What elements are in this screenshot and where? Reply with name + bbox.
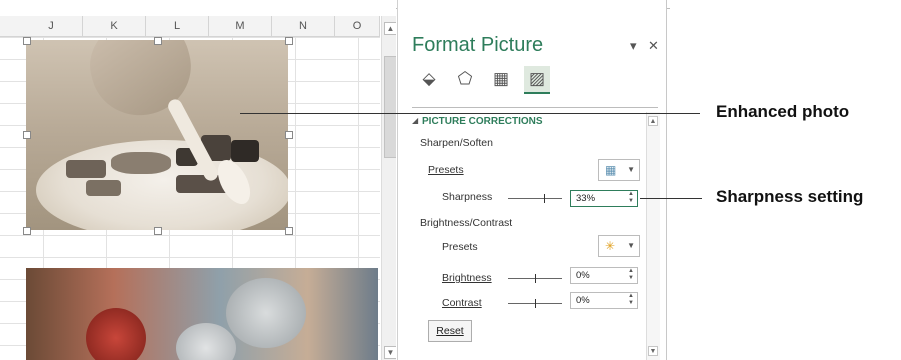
sharpen-presets-dropdown[interactable]: ▦ ▼ — [598, 159, 640, 181]
slider-thumb[interactable] — [535, 274, 536, 283]
sharpen-preset-thumbnail-icon: ▦ — [605, 163, 617, 177]
pane-options-dropdown-icon[interactable]: ▾ — [630, 38, 637, 54]
callout-sharpness-setting: Sharpness setting — [716, 187, 864, 206]
second-photo[interactable] — [26, 268, 378, 360]
reset-button[interactable]: Reset — [428, 320, 472, 342]
contrast-value: 0% — [576, 295, 590, 306]
close-icon[interactable]: ✕ — [648, 38, 659, 54]
callout-enhanced-photo: Enhanced photo — [716, 102, 850, 121]
sharpen-soften-heading: Sharpen/Soften — [420, 137, 493, 149]
sharpness-slider[interactable] — [508, 194, 562, 203]
slider-thumb[interactable] — [535, 299, 536, 308]
section-picture-corrections[interactable]: PICTURE CORRECTIONS — [422, 116, 543, 127]
column-header-m[interactable]: M — [209, 16, 272, 36]
enhanced-photo[interactable] — [26, 40, 288, 230]
callout-leader-line — [640, 198, 702, 199]
worksheet-vertical-scrollbar[interactable]: ▲ ▼ — [381, 16, 396, 360]
sharpness-value: 33% — [576, 193, 596, 204]
worksheet[interactable]: J K L M N O ▲ ▼ — [0, 0, 396, 360]
fill-line-icon[interactable]: ⬙ — [416, 66, 442, 92]
scroll-down-arrow-icon[interactable]: ▼ — [384, 346, 396, 359]
resize-handle[interactable] — [23, 131, 31, 139]
brightness-slider[interactable] — [508, 274, 562, 283]
scroll-up-arrow-icon[interactable]: ▲ — [648, 116, 658, 126]
reset-button-label: Reset — [436, 325, 464, 337]
chevron-down-icon: ▼ — [627, 241, 635, 250]
format-picture-pane: Format Picture ▾ ✕ ⬙ ⬠ ▦ ▨ ◢ PICTURE COR… — [397, 0, 667, 360]
resize-handle[interactable] — [23, 37, 31, 45]
sharpness-spinbox[interactable]: 33% ▲ ▼ — [570, 190, 638, 207]
resize-handle[interactable] — [154, 37, 162, 45]
jar-shape — [86, 308, 146, 360]
brightness-label: Brightness — [442, 272, 492, 284]
contrast-slider[interactable] — [508, 299, 562, 308]
divider — [412, 107, 658, 108]
food-shape — [111, 152, 171, 174]
size-properties-icon[interactable]: ▦ — [488, 66, 514, 92]
column-header-n[interactable]: N — [272, 16, 335, 36]
food-shape — [86, 180, 121, 196]
pane-title: Format Picture — [412, 34, 544, 56]
collapse-triangle-icon[interactable]: ◢ — [412, 116, 418, 125]
column-headers: J K L M N O — [0, 16, 380, 37]
slider-thumb[interactable] — [543, 194, 545, 203]
can-shape — [176, 323, 236, 360]
brightness-value: 0% — [576, 270, 590, 281]
sharpness-label: Sharpness — [442, 191, 493, 203]
contrast-spinbox[interactable]: 0% ▲ ▼ — [570, 292, 638, 309]
scroll-down-arrow-icon[interactable]: ▼ — [648, 346, 658, 356]
food-shape — [66, 160, 106, 178]
spin-arrows-icon[interactable]: ▲ ▼ — [628, 268, 634, 282]
contrast-label: Contrast — [442, 297, 482, 309]
chevron-down-icon: ▼ — [627, 165, 635, 174]
column-header-o[interactable]: O — [335, 16, 380, 36]
scroll-up-arrow-icon[interactable]: ▲ — [384, 22, 396, 35]
sharpen-presets-label: Presets — [428, 164, 464, 176]
resize-handle[interactable] — [285, 37, 293, 45]
brightness-spinbox[interactable]: 0% ▲ ▼ — [570, 267, 638, 284]
pane-vertical-scrollbar[interactable]: ▲ ▼ — [646, 112, 660, 360]
effects-pentagon-icon[interactable]: ⬠ — [452, 66, 478, 92]
resize-handle[interactable] — [285, 131, 293, 139]
picture-icon[interactable]: ▨ — [524, 66, 550, 94]
resize-handle[interactable] — [154, 227, 162, 235]
brightness-contrast-heading: Brightness/Contrast — [420, 217, 513, 229]
resize-handle[interactable] — [285, 227, 293, 235]
column-header-k[interactable]: K — [83, 16, 146, 36]
can-shape — [226, 278, 306, 348]
food-shape — [231, 140, 259, 162]
spin-arrows-icon[interactable]: ▲ ▼ — [628, 293, 634, 307]
brightness-presets-label: Presets — [442, 241, 478, 253]
column-header-j[interactable]: J — [20, 16, 83, 36]
resize-handle[interactable] — [23, 227, 31, 235]
scrollbar-thumb[interactable] — [384, 56, 396, 158]
sun-icon: ✳ — [605, 239, 616, 253]
brightness-presets-dropdown[interactable]: ✳ ▼ — [598, 235, 640, 257]
column-header-l[interactable]: L — [146, 16, 209, 36]
callout-leader-line — [240, 113, 700, 114]
spin-arrows-icon[interactable]: ▲ ▼ — [628, 191, 634, 205]
